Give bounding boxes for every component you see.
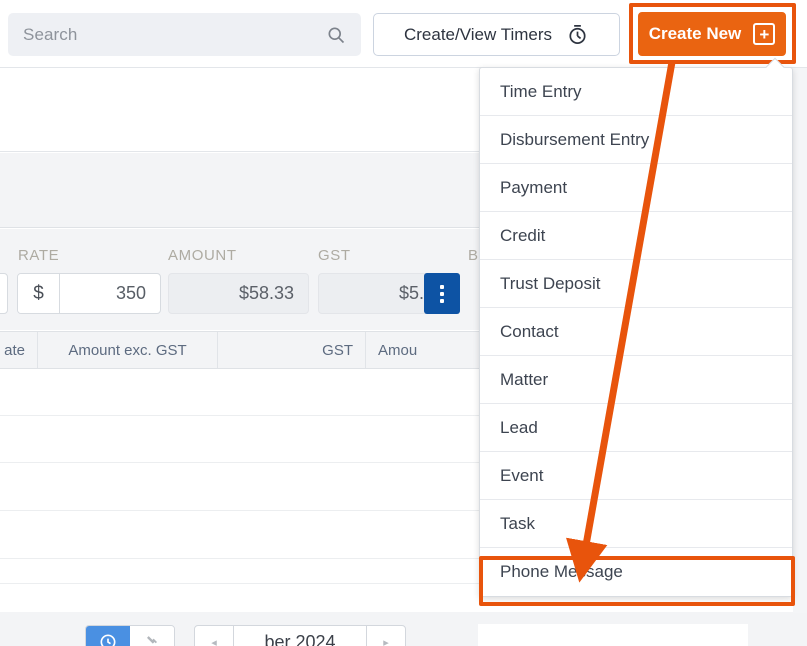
create-new-button[interactable]: Create New + [638,12,786,56]
rate-input[interactable]: $ 350 [17,273,161,314]
app-window: RATE AMOUNT GST B $ 350 $58.33 $5.83 ate… [0,0,807,646]
next-period-button[interactable]: ▸ [367,626,405,646]
column-header-amount: AMOUNT [168,247,237,264]
kebab-dot [440,298,444,303]
table-col-amount-exc-gst: Amount exc. GST [38,332,218,368]
menu-item-phone-message[interactable]: Phone Message [480,548,792,596]
create-view-timers-label: Create/View Timers [403,24,552,44]
background-panel [478,624,748,646]
table-col-gst: GST [218,332,366,368]
plus-square-icon: + [753,23,776,45]
create-new-label: Create New [648,24,742,43]
menu-item-lead[interactable]: Lead [480,404,792,452]
menu-item-matter[interactable]: Matter [480,356,792,404]
rate-value[interactable]: 350 [60,283,160,304]
menu-caret-icon [765,57,785,68]
column-header-b: B [468,247,479,264]
menu-item-payment[interactable]: Payment [480,164,792,212]
amount-field: $58.33 [168,273,309,314]
column-header-rate: RATE [18,247,60,264]
stopwatch-icon [566,23,589,46]
menu-item-task[interactable]: Task [480,500,792,548]
clock-icon[interactable] [86,626,130,646]
create-new-menu[interactable]: Time Entry Disbursement Entry Payment Cr… [479,67,793,597]
menu-item-time-entry[interactable]: Time Entry [480,68,792,116]
search-icon[interactable] [326,25,346,45]
vertical-scrollbar[interactable] [793,68,807,613]
currency-symbol: $ [18,274,60,313]
kebab-dot [440,284,444,289]
search-input[interactable]: Search [8,13,361,56]
menu-item-trust-deposit[interactable]: Trust Deposit [480,260,792,308]
gavel-icon[interactable] [130,626,174,646]
menu-item-event[interactable]: Event [480,452,792,500]
column-header-gst: GST [318,247,351,264]
table-col-date: ate [0,332,38,368]
partial-field-left[interactable] [0,273,8,314]
date-stepper-value: ber 2024 [233,626,367,646]
prev-period-button[interactable]: ◂ [195,626,233,646]
search-placeholder: Search [23,24,78,44]
kebab-dot [440,291,444,296]
menu-item-contact[interactable]: Contact [480,308,792,356]
menu-item-disbursement-entry[interactable]: Disbursement Entry [480,116,792,164]
menu-item-credit[interactable]: Credit [480,212,792,260]
view-toggle[interactable] [85,625,175,646]
date-stepper[interactable]: ◂ ber 2024 ▸ [194,625,406,646]
create-view-timers-button[interactable]: Create/View Timers [373,13,620,56]
kebab-menu-icon[interactable] [424,273,460,314]
